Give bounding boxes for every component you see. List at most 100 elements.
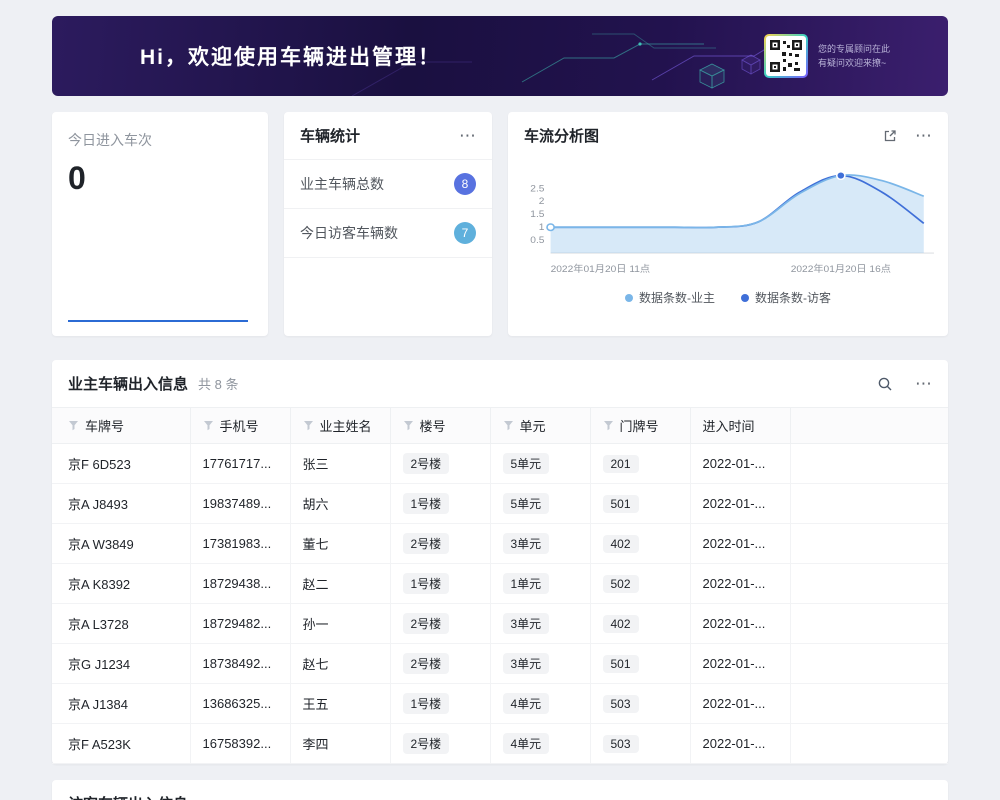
tag: 2号楼 xyxy=(403,533,450,554)
count-badge: 7 xyxy=(454,222,476,244)
table-header-row: 车牌号 手机号 业主姓名 楼号 单元 门牌号 进入时间 xyxy=(52,408,948,444)
cell-building: 2号楼 xyxy=(390,724,490,764)
cell-plate: 京F A523K xyxy=(52,724,190,764)
traffic-chart-title: 车流分析图 xyxy=(524,125,599,146)
cell-time: 2022-01-... xyxy=(690,724,790,764)
filter-icon[interactable] xyxy=(303,420,314,431)
cell-plate: 京G J1234 xyxy=(52,644,190,684)
svg-text:2: 2 xyxy=(539,197,545,208)
tag: 2号楼 xyxy=(403,453,450,474)
tag: 1号楼 xyxy=(403,493,450,514)
cell-building: 1号楼 xyxy=(390,684,490,724)
today-entry-label: 今日进入车次 xyxy=(68,130,252,150)
cell-door: 201 xyxy=(590,444,690,484)
search-icon[interactable] xyxy=(877,376,893,392)
col-header-plate[interactable]: 车牌号 xyxy=(52,408,190,444)
vehicle-stats-title: 车辆统计 xyxy=(300,125,360,146)
cell-unit: 3单元 xyxy=(490,604,590,644)
cell-name: 董七 xyxy=(290,524,390,564)
stat-item-label: 今日访客车辆数 xyxy=(300,223,398,243)
tag: 1号楼 xyxy=(403,693,450,714)
table-row: 京A K839218729438...赵二1号楼1单元5022022-01-..… xyxy=(52,564,948,604)
tag: 5单元 xyxy=(503,493,550,514)
table-row: 京A W384917381983...董七2号楼3单元4022022-01-..… xyxy=(52,524,948,564)
qr-code xyxy=(766,36,806,76)
dashboard: Hi，欢迎使用车辆进出管理！ xyxy=(0,0,1000,800)
banner-title: Hi，欢迎使用车辆进出管理！ xyxy=(140,41,441,71)
tag: 1单元 xyxy=(503,573,550,594)
traffic-line-chart: 0.511.522.52022年01月20日 11点2022年01月20日 16… xyxy=(520,161,936,285)
cell-unit: 4单元 xyxy=(490,684,590,724)
chart-legend: 数据条数-业主 数据条数-访客 xyxy=(520,289,936,306)
cell-name: 赵七 xyxy=(290,644,390,684)
more-icon[interactable]: ⋯ xyxy=(459,127,476,144)
cell-unit: 3单元 xyxy=(490,524,590,564)
col-header-building[interactable]: 楼号 xyxy=(390,408,490,444)
col-header-owner-name[interactable]: 业主姓名 xyxy=(290,408,390,444)
tag: 4单元 xyxy=(503,733,550,754)
owner-table-card: 业主车辆出入信息 共 8 条 ⋯ 车牌号 手机号 业主姓名 楼号 xyxy=(52,360,948,764)
table-row: 京A J849319837489...胡六1号楼5单元5012022-01-..… xyxy=(52,484,948,524)
svg-text:2022年01月20日 16点: 2022年01月20日 16点 xyxy=(791,262,891,274)
owner-table-count: 共 8 条 xyxy=(198,374,238,393)
table-row: 京G J123418738492...赵七2号楼3单元5012022-01-..… xyxy=(52,644,948,684)
legend-item-owner[interactable]: 数据条数-业主 xyxy=(625,289,715,306)
col-header-unit[interactable]: 单元 xyxy=(490,408,590,444)
cell-plate: 京A J1384 xyxy=(52,684,190,724)
more-icon[interactable]: ⋯ xyxy=(915,127,932,144)
filter-icon[interactable] xyxy=(603,420,614,431)
qr-frame xyxy=(764,34,808,78)
filter-icon[interactable] xyxy=(503,420,514,431)
cell-phone: 18729482... xyxy=(190,604,290,644)
tag: 3单元 xyxy=(503,533,550,554)
svg-text:1.5: 1.5 xyxy=(530,210,545,221)
filter-icon[interactable] xyxy=(403,420,414,431)
filter-icon[interactable] xyxy=(68,420,79,431)
col-header-phone[interactable]: 手机号 xyxy=(190,408,290,444)
cell-spacer xyxy=(790,684,948,724)
filter-icon[interactable] xyxy=(203,420,214,431)
tag: 2号楼 xyxy=(403,733,450,754)
table-row: 京F A523K16758392...李四2号楼4单元5032022-01-..… xyxy=(52,724,948,764)
col-header-spacer xyxy=(790,408,948,444)
tag: 2号楼 xyxy=(403,653,450,674)
vehicle-stats-card: 车辆统计 ⋯ 业主车辆总数 8 今日访客车辆数 7 xyxy=(284,112,492,336)
cell-phone: 13686325... xyxy=(190,684,290,724)
legend-item-visitor[interactable]: 数据条数-访客 xyxy=(741,289,831,306)
more-icon[interactable]: ⋯ xyxy=(915,375,932,392)
cell-name: 李四 xyxy=(290,724,390,764)
cell-phone: 17761717... xyxy=(190,444,290,484)
cell-spacer xyxy=(790,604,948,644)
chart-body: 0.511.522.52022年01月20日 11点2022年01月20日 16… xyxy=(508,159,948,306)
export-icon[interactable] xyxy=(883,129,897,143)
visitor-table-title: 访客车辆出入信息 xyxy=(68,793,188,800)
cell-spacer xyxy=(790,644,948,684)
tag: 501 xyxy=(603,655,639,673)
tag: 503 xyxy=(603,735,639,753)
col-header-door[interactable]: 门牌号 xyxy=(590,408,690,444)
owner-table-title: 业主车辆出入信息 xyxy=(68,373,188,394)
legend-dot xyxy=(741,294,749,302)
cell-door: 503 xyxy=(590,684,690,724)
cell-spacer xyxy=(790,484,948,524)
table-row: 京A L372818729482...孙一2号楼3单元4022022-01-..… xyxy=(52,604,948,644)
tag: 402 xyxy=(603,535,639,553)
qr-caption-line2: 有疑问欢迎来撩~ xyxy=(818,56,890,70)
svg-text:0.5: 0.5 xyxy=(530,235,545,246)
cell-building: 1号楼 xyxy=(390,484,490,524)
today-entry-card: 今日进入车次 0 xyxy=(52,112,268,336)
owner-table-body: 京F 6D52317761717...张三2号楼5单元2012022-01-..… xyxy=(52,444,948,764)
legend-dot xyxy=(625,294,633,302)
col-header-entry-time[interactable]: 进入时间 xyxy=(690,408,790,444)
cell-door: 402 xyxy=(590,524,690,564)
owner-table: 车牌号 手机号 业主姓名 楼号 单元 门牌号 进入时间 京F 6D5231776… xyxy=(52,407,948,764)
cell-spacer xyxy=(790,444,948,484)
cell-unit: 5单元 xyxy=(490,444,590,484)
welcome-banner: Hi，欢迎使用车辆进出管理！ xyxy=(52,16,948,96)
top-cards-row: 今日进入车次 0 车辆统计 ⋯ 业主车辆总数 8 今日访客车辆数 7 车流分析图 xyxy=(52,112,948,336)
cell-door: 502 xyxy=(590,564,690,604)
qr-caption: 您的专属顾问在此 有疑问欢迎来撩~ xyxy=(818,42,890,71)
cell-building: 2号楼 xyxy=(390,444,490,484)
tag: 201 xyxy=(603,455,639,473)
cell-door: 501 xyxy=(590,644,690,684)
